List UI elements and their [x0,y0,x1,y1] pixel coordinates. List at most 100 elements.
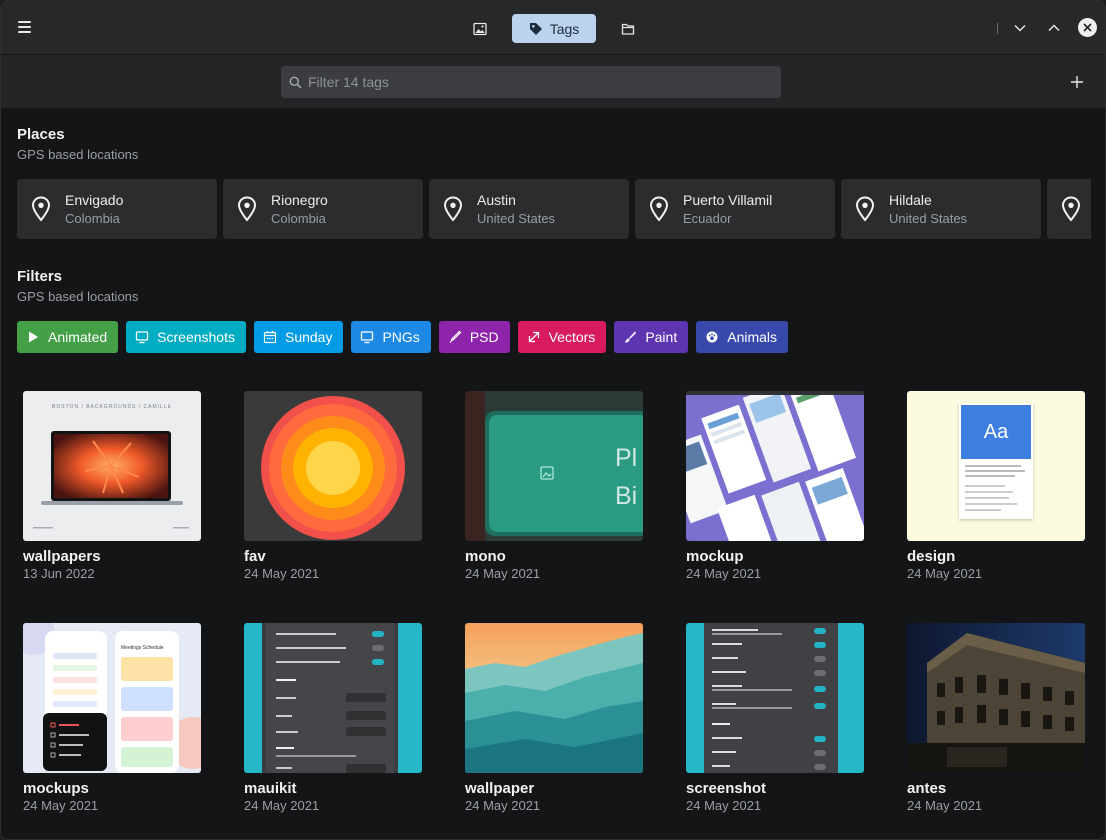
settings-panel-illustration [262,623,398,773]
tag-tile-mockups[interactable]: Meetings Schedule mockups 24 May 2021 [23,623,201,813]
play-icon [29,331,38,343]
place-country: Colombia [271,211,326,226]
scroll-down-button[interactable] [1008,16,1032,40]
tag-date: 24 May 2021 [244,798,320,813]
places-title: Places [17,126,65,143]
filter-chip-sunday[interactable]: Sunday [253,321,344,353]
place-card-hildale[interactable]: Hildale United States [841,179,1041,239]
tag-name: antes [907,780,947,797]
tag-name: wallpapers [23,548,101,565]
filter-chip-label: PSD [469,329,499,345]
paintbrush-icon [625,331,637,343]
filter-chip-label: Screenshots [157,329,235,345]
tag-tile-mockup[interactable]: mockup 24 May 2021 [686,391,864,581]
menu-button[interactable] [11,13,37,41]
tag-tile-design[interactable]: Aa design 24 May 2021 [907,391,1085,581]
tag-icon [529,22,542,35]
header-bar: Tags [1,1,1105,55]
tag-tile-wallpapers[interactable]: BOSTON / BACKGROUNDS / CAMILLE wallpaper… [23,391,201,581]
place-card-puerto-villamil[interactable]: Puerto Villamil Ecuador [635,179,835,239]
filter-chip-animated[interactable]: Animated [17,321,119,353]
search-icon [289,76,302,89]
filter-chip-label: Sunday [284,329,333,345]
text-line [965,475,1015,477]
tag-thumbnail [907,623,1085,773]
tag-tile-mauikit[interactable]: mauikit 24 May 2021 [244,623,422,813]
tag-date: 24 May 2021 [907,798,983,813]
tag-date: 24 May 2021 [686,798,762,813]
places-list: Envigado Colombia Rionegro Colombia Aust… [17,179,1091,239]
tag-name: mockup [686,548,744,565]
tag-thumbnail: Meetings Schedule [23,623,201,773]
place-country: Ecuador [683,211,732,226]
text-line [965,491,1013,493]
tag-date: 24 May 2021 [465,566,541,581]
location-pin-icon [649,196,669,222]
filter-chip-label: Animals [727,329,778,345]
close-window-button[interactable] [1078,18,1097,37]
location-pin-icon [1061,196,1081,222]
location-pin-icon [443,196,463,222]
filter-chip-label: Vectors [548,329,596,345]
images-view-button[interactable] [465,14,495,43]
place-card-rionegro[interactable]: Rionegro Colombia [223,179,423,239]
tags-view-button[interactable]: Tags [512,14,596,43]
text-line [965,503,1017,505]
add-tag-button[interactable] [1067,72,1087,92]
tag-tile-wallpaper[interactable]: wallpaper 24 May 2021 [465,623,643,813]
close-icon [1083,23,1092,32]
filter-tags-input[interactable] [308,74,768,90]
chevron-up-icon [1048,24,1060,32]
filter-chip-label: Animated [48,329,108,345]
settings-screenshot-illustration [704,623,838,773]
filter-chip-screenshots[interactable]: Screenshots [126,321,246,353]
tag-thumbnail [686,391,864,541]
filter-chip-psd[interactable]: PSD [438,321,510,353]
monitor-icon [361,331,374,344]
tag-date: 24 May 2021 [23,798,99,813]
tag-name: design [907,548,956,565]
filter-search-box[interactable] [281,66,781,98]
ui-mockup-illustration [686,391,864,541]
monitor-icon [136,331,149,344]
tag-thumbnail [686,623,864,773]
paw-icon [706,331,718,343]
location-pin-icon [855,196,875,222]
tag-thumbnail [465,623,643,773]
place-country: United States [889,211,968,226]
text-line [965,465,1021,467]
filter-chip-paint[interactable]: Paint [614,321,689,353]
filter-chips: Animated Screenshots Sunday PNGs PSD Vec… [17,321,789,353]
tag-date: 24 May 2021 [907,566,983,581]
place-card-envigado[interactable]: Envigado Colombia [17,179,217,239]
folders-view-button[interactable] [613,14,643,43]
tag-date: 24 May 2021 [465,798,541,813]
text-line [965,509,1001,511]
filter-chip-animals[interactable]: Animals [696,321,789,353]
scroll-up-button[interactable] [1042,16,1066,40]
laptop-illustration [33,431,189,529]
filter-chip-pngs[interactable]: PNGs [351,321,431,353]
tag-name: mono [465,548,506,565]
tag-tile-fav[interactable]: fav 24 May 2021 [244,391,422,581]
tag-date: 13 Jun 2022 [23,566,95,581]
text-line [965,485,1005,487]
hamburger-line [17,31,31,33]
plus-icon [1071,76,1083,88]
filters-subtitle: GPS based locations [17,289,139,304]
mountain-landscape-illustration [465,623,643,773]
filter-chip-vectors[interactable]: Vectors [517,321,607,353]
tag-tile-mono[interactable]: Pl Bi mono 24 May 2021 [465,391,643,581]
thumbnail-schedule-title: Meetings Schedule [121,645,164,651]
header-separator [997,23,998,34]
search-toolbar [1,55,1105,109]
font-card: Aa [959,403,1033,519]
text-line [965,497,1009,499]
tag-thumbnail: Aa [907,391,1085,541]
place-card-austin[interactable]: Austin United States [429,179,629,239]
place-card-partial[interactable] [1047,179,1091,239]
tag-tile-screenshot[interactable]: screenshot 24 May 2021 [686,623,864,813]
tag-tile-antes[interactable]: antes 24 May 2021 [907,623,1085,813]
tag-date: 24 May 2021 [686,566,762,581]
app-window: Tags Places GPS based locations Envig [0,0,1106,840]
